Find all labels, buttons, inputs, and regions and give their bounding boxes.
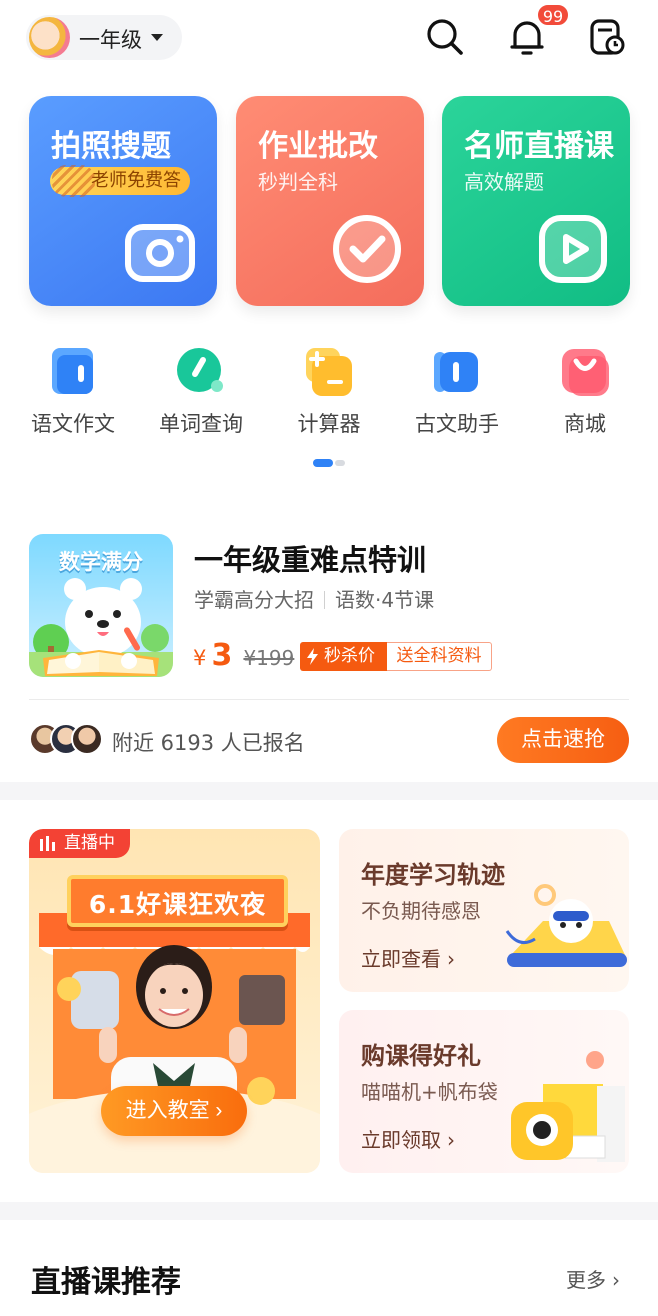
top-section: 一年级 99 拍照搜题 老师免费答 作业批改 秒判全科 名师直播课 高效解题 语… <box>0 0 658 503</box>
learning-track-card[interactable]: 年度学习轨迹 不负期待感恩 立即查看 › <box>339 829 629 992</box>
live-event-title: 6.1好课狂欢夜 <box>88 890 267 919</box>
original-price: ¥199 <box>243 646 295 670</box>
avatar <box>71 723 103 755</box>
chevron-right-icon: › <box>209 1099 223 1122</box>
course-title: 一年级重难点特训 <box>194 543 427 577</box>
course-lessons: 语数·4节课 <box>335 588 435 612</box>
live-badge: 直播中 <box>29 829 130 858</box>
activity-section: 直播中 6.1好课狂欢夜 进入教室 › 年度学习轨迹 不负期待感恩 立即查看 ›… <box>0 800 658 1202</box>
avatar[interactable] <box>29 17 70 58</box>
tool-calculator[interactable]: 计算器 <box>274 346 384 438</box>
grade-label: 一年级 <box>79 28 142 52</box>
gift-card[interactable]: 购课得好礼 喵喵机+帆布袋 立即领取 › <box>339 1010 629 1173</box>
enter-classroom-label: 进入教室 <box>125 1099 210 1122</box>
homework-check-subtitle: 秒判全科 <box>258 170 338 194</box>
subtitle-divider <box>324 591 325 609</box>
course-cover[interactable]: 数学满分 <box>29 534 173 677</box>
page-indicator-inactive <box>335 460 345 466</box>
search-icon[interactable] <box>424 16 466 58</box>
claim-now-label: 立即领取 <box>361 1128 441 1152</box>
signup-count: 附近 6193 人已报名 <box>112 731 305 755</box>
section-title: 直播课推荐 <box>31 1265 181 1300</box>
tool-label: 语文作文 <box>31 412 115 436</box>
lightning-icon <box>307 648 318 665</box>
chevron-right-icon: › <box>612 1268 620 1292</box>
gift-subtitle: 喵喵机+帆布袋 <box>361 1080 498 1104</box>
live-banner[interactable]: 直播中 6.1好课狂欢夜 进入教室 › <box>29 829 320 1173</box>
tool-chinese-essay[interactable]: 语文作文 <box>18 346 128 438</box>
tool-word-lookup[interactable]: 单词查询 <box>146 346 256 438</box>
divider <box>29 699 629 700</box>
learning-track-subtitle: 不负期待感恩 <box>361 899 481 923</box>
live-class-title: 名师直播课 <box>464 129 614 164</box>
tool-mall[interactable]: 商城 <box>530 346 640 438</box>
grab-button[interactable]: 点击速抢 <box>497 717 629 763</box>
page-indicator <box>313 459 345 467</box>
enter-classroom-button[interactable]: 进入教室 › <box>101 1086 247 1136</box>
flash-sale-tag: 秒杀价 <box>300 642 388 671</box>
book-icon <box>47 346 99 398</box>
history-icon[interactable] <box>586 16 628 58</box>
live-class-subtitle: 高效解题 <box>464 170 544 194</box>
course-highlight: 学霸高分大招 <box>194 588 314 612</box>
more-label: 更多 <box>566 1268 606 1292</box>
play-icon <box>539 215 607 283</box>
learning-track-title: 年度学习轨迹 <box>361 861 505 889</box>
notification-badge: 99 <box>536 3 570 27</box>
homework-check-card[interactable]: 作业批改 秒判全科 <box>236 96 424 306</box>
gift-title: 购课得好礼 <box>361 1042 481 1070</box>
live-course-recommend: 直播课推荐 更多 › <box>0 1220 658 1316</box>
price: ¥ 3 ¥199 <box>193 638 294 678</box>
gift-tag: 送全科资料 <box>387 642 492 671</box>
chevron-right-icon: › <box>447 1128 455 1152</box>
live-event-banner: 6.1好课狂欢夜 <box>67 875 288 927</box>
live-class-card[interactable]: 名师直播课 高效解题 <box>442 96 630 306</box>
claim-now-link[interactable]: 立即领取 › <box>361 1124 455 1153</box>
chevron-down-icon <box>151 34 163 41</box>
check-circle-icon <box>333 215 401 283</box>
page-indicator-active <box>313 459 333 467</box>
flash-sale-label: 秒杀价 <box>324 646 375 666</box>
view-now-label: 立即查看 <box>361 947 441 971</box>
dictionary-icon <box>175 346 227 398</box>
scroll-icon <box>431 346 483 398</box>
sale-price: 3 <box>211 638 233 673</box>
chevron-right-icon: › <box>447 947 455 971</box>
live-bars-icon <box>40 836 55 851</box>
more-link[interactable]: 更多 › <box>566 1264 620 1293</box>
course-subtitle: 学霸高分大招 语数·4节课 <box>194 584 434 613</box>
tool-label: 单词查询 <box>159 412 243 436</box>
tool-label: 古文助手 <box>415 412 499 436</box>
live-badge-label: 直播中 <box>64 833 115 853</box>
photo-search-title: 拍照搜题 <box>51 129 171 164</box>
photo-search-card[interactable]: 拍照搜题 老师免费答 <box>29 96 217 306</box>
tool-classical-chinese[interactable]: 古文助手 <box>402 346 512 438</box>
calculator-icon <box>303 346 355 398</box>
bear-illustration <box>29 578 173 677</box>
camera-icon <box>125 224 195 282</box>
currency-symbol: ¥ <box>193 646 207 670</box>
app-home: 一年级 99 拍照搜题 老师免费答 作业批改 秒判全科 名师直播课 高效解题 语… <box>0 0 658 1316</box>
tool-label: 商城 <box>564 412 606 436</box>
stripe-decoration <box>52 165 95 197</box>
tool-label: 计算器 <box>297 412 361 436</box>
shopping-bag-icon <box>559 346 611 398</box>
view-now-link[interactable]: 立即查看 › <box>361 943 455 972</box>
homework-check-title: 作业批改 <box>258 129 378 164</box>
course-promo-section[interactable]: 数学满分 一年级重难点特训 学霸高分大招 语数·4节课 ¥ 3 ¥199 秒杀价… <box>0 503 658 782</box>
grade-selector[interactable]: 一年级 <box>26 15 182 60</box>
